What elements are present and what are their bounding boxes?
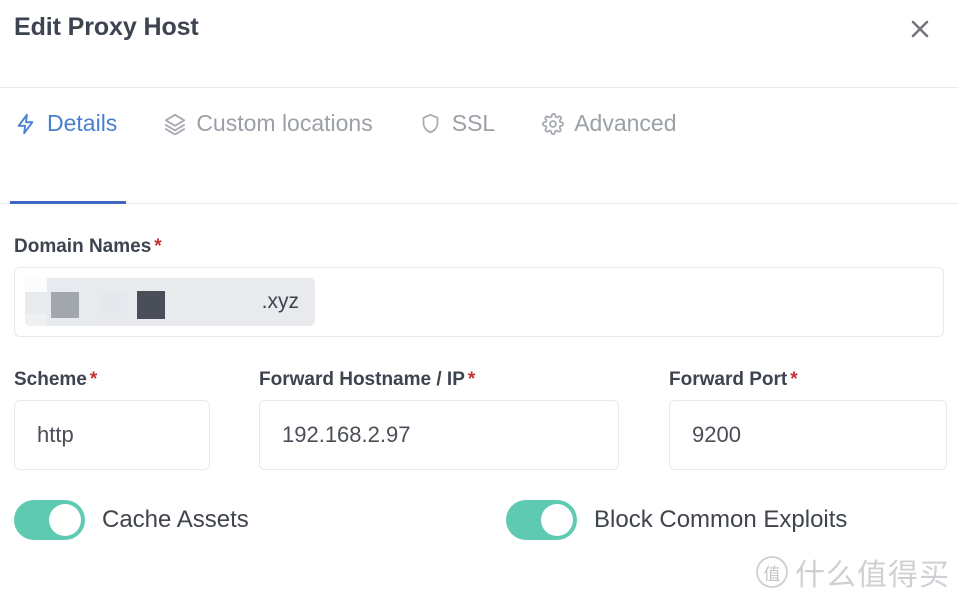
watermark-text: 什么值得买 (795, 558, 950, 593)
label-text: Forward Port (669, 369, 788, 390)
forward-port-input[interactable]: 9200 (669, 400, 947, 470)
domain-names-group: Domain Names * .xyz (14, 236, 944, 337)
zap-icon (14, 112, 38, 136)
required-marker: * (89, 369, 98, 390)
shield-icon (419, 112, 443, 136)
scheme-group: Scheme * http (14, 369, 259, 470)
active-tab-underline (10, 201, 126, 204)
toggle-switch[interactable] (506, 500, 577, 540)
label-text: Forward Hostname / IP (259, 369, 465, 390)
required-marker: * (154, 236, 162, 257)
toggle-label: Cache Assets (102, 506, 249, 533)
required-marker: * (467, 369, 476, 390)
modal-header: Edit Proxy Host (0, 0, 958, 88)
watermark-logo-icon: 值 (756, 556, 788, 588)
cache-assets-toggle[interactable]: Cache Assets (14, 500, 506, 540)
forward-port-group: Forward Port * 9200 (669, 369, 954, 470)
block-common-exploits-toggle[interactable]: Block Common Exploits (506, 500, 847, 540)
tab-list: Details Custom locations SSL Advanced (10, 110, 693, 137)
label-text: Domain Names (14, 236, 152, 257)
watermark: 值 什么值得买 (756, 550, 950, 594)
tab-bar: Details Custom locations SSL Advanced (0, 88, 958, 204)
edit-proxy-host-modal: Edit Proxy Host Details Custom locations… (0, 0, 958, 602)
tab-label: Custom locations (196, 110, 373, 136)
forward-port-label: Forward Port * (669, 369, 954, 391)
toggle-label: Block Common Exploits (594, 506, 848, 533)
modal-body: Domain Names * .xyz Scheme * http Forwar… (0, 236, 958, 540)
layers-icon (163, 112, 187, 136)
tab-custom-locations[interactable]: Custom locations (159, 110, 388, 137)
forward-hostname-input[interactable]: 192.168.2.97 (259, 400, 619, 470)
scheme-label: Scheme * (14, 369, 259, 391)
tab-label: Details (47, 110, 118, 136)
scheme-input[interactable]: http (14, 400, 210, 470)
domain-name-tag[interactable]: .xyz (25, 278, 315, 326)
forward-hostname-label: Forward Hostname / IP * (259, 369, 669, 391)
domain-names-label: Domain Names * (14, 236, 944, 258)
toggle-switch[interactable] (14, 500, 85, 540)
required-marker: * (790, 369, 798, 390)
tab-label: SSL (451, 110, 496, 136)
page-title: Edit Proxy Host (14, 13, 199, 41)
connection-fields-row: Scheme * http Forward Hostname / IP * 192.… (14, 369, 947, 470)
tab-details[interactable]: Details (10, 110, 133, 137)
tab-ssl[interactable]: SSL (415, 110, 511, 137)
forward-hostname-group: Forward Hostname / IP * 192.168.2.97 (259, 369, 669, 470)
domain-names-input[interactable]: .xyz (14, 267, 944, 337)
gear-icon (541, 112, 565, 136)
toggle-row: Cache Assets Block Common Exploits (14, 500, 944, 540)
tab-label: Advanced (574, 110, 677, 136)
close-icon[interactable] (904, 13, 936, 45)
domain-tag-text: .xyz (261, 290, 299, 313)
tab-advanced[interactable]: Advanced (537, 110, 692, 137)
label-text: Scheme (14, 369, 87, 390)
